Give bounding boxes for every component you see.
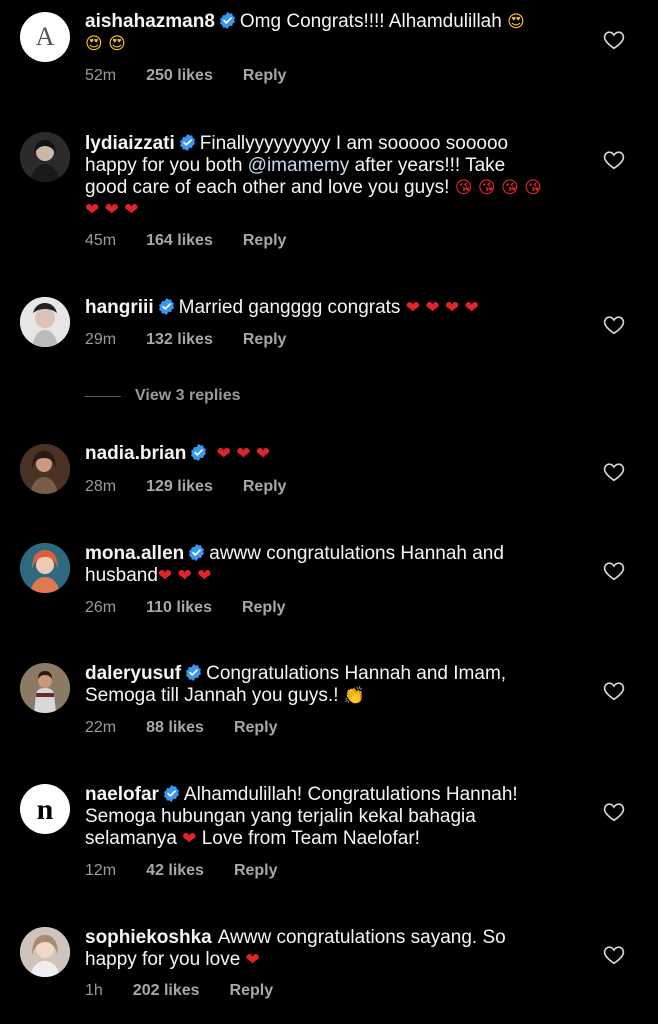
reply-button[interactable]: Reply xyxy=(243,478,287,496)
verified-icon xyxy=(157,298,175,315)
reply-button[interactable]: Reply xyxy=(234,719,278,737)
like-heart-icon[interactable] xyxy=(602,801,626,823)
like-heart-icon[interactable] xyxy=(602,944,626,966)
avatar-photo xyxy=(20,543,70,593)
username[interactable]: naelofar xyxy=(85,784,159,805)
comment-text-continued: Love from Team Naelofar! xyxy=(201,828,420,849)
avatar[interactable] xyxy=(20,297,70,347)
like-heart-icon[interactable] xyxy=(602,680,626,702)
comment-time: 12m xyxy=(85,862,117,879)
mention-link[interactable]: @imamemy xyxy=(248,155,350,176)
avatar-photo xyxy=(20,297,70,347)
avatar-logo-a: A xyxy=(36,22,55,51)
comment-time: 45m xyxy=(85,232,117,249)
avatar[interactable] xyxy=(20,444,70,494)
username[interactable]: daleryusuf xyxy=(85,663,181,684)
avatar[interactable]: n xyxy=(20,784,70,834)
emoji-hearts: ❤ ❤ ❤ ❤ xyxy=(405,298,479,318)
avatar-photo xyxy=(20,444,70,494)
username[interactable]: aishahazman8 xyxy=(85,11,215,32)
like-heart-icon[interactable] xyxy=(602,149,626,171)
username[interactable]: hangriii xyxy=(85,297,154,318)
comment-time: 29m xyxy=(85,331,117,348)
avatar-photo xyxy=(20,132,70,182)
reply-button[interactable]: Reply xyxy=(234,862,278,880)
avatar-photo xyxy=(20,927,70,977)
reply-button[interactable]: Reply xyxy=(243,67,287,85)
comment-time: 28m xyxy=(85,478,117,495)
avatar[interactable] xyxy=(20,927,70,977)
like-heart-icon[interactable] xyxy=(602,314,626,336)
avatar[interactable] xyxy=(20,543,70,593)
like-heart-icon[interactable] xyxy=(602,461,626,483)
likes-count[interactable]: 110 likes xyxy=(146,599,212,617)
username[interactable]: nadia.brian xyxy=(85,443,186,464)
likes-count[interactable]: 202 likes xyxy=(133,982,200,1000)
comment-time: 52m xyxy=(85,67,117,84)
verified-icon xyxy=(188,544,206,561)
likes-count[interactable]: 42 likes xyxy=(146,862,204,880)
avatar[interactable]: A xyxy=(20,12,70,62)
comment-text: Omg Congrats!!!! Alhamdulillah xyxy=(239,11,502,32)
username[interactable]: lydiaizzati xyxy=(85,133,175,154)
verified-icon xyxy=(185,664,202,681)
emoji-heart: ❤ xyxy=(245,950,260,970)
verified-icon xyxy=(190,444,208,461)
verified-icon xyxy=(219,12,236,29)
emoji-hearts: ❤ ❤ ❤ xyxy=(216,444,271,464)
emoji-clap: 👏 xyxy=(343,686,365,706)
comment-time: 22m xyxy=(85,719,117,736)
verified-icon xyxy=(178,134,196,151)
emoji-hearts: ❤ ❤ ❤ xyxy=(157,566,212,586)
like-heart-icon[interactable] xyxy=(602,29,626,51)
svg-text:A: A xyxy=(36,22,55,51)
avatar-logo-n: n xyxy=(37,793,54,826)
reply-button[interactable]: Reply xyxy=(242,599,286,617)
emoji-heart: ❤ xyxy=(182,829,197,849)
view-replies-button[interactable]: View 3 replies xyxy=(85,387,241,405)
reply-button[interactable]: Reply xyxy=(243,232,287,250)
svg-text:n: n xyxy=(37,793,54,826)
verified-icon xyxy=(163,785,180,802)
likes-count[interactable]: 132 likes xyxy=(146,331,213,349)
likes-count[interactable]: 129 likes xyxy=(146,478,213,496)
avatar[interactable] xyxy=(20,663,70,713)
comment-time: 26m xyxy=(85,599,117,616)
avatar[interactable] xyxy=(20,132,70,182)
likes-count[interactable]: 88 likes xyxy=(146,719,204,737)
reply-button[interactable]: Reply xyxy=(230,982,274,1000)
like-heart-icon[interactable] xyxy=(602,560,626,582)
likes-count[interactable]: 164 likes xyxy=(146,232,213,250)
divider xyxy=(85,395,121,397)
view-replies-label[interactable]: View 3 replies xyxy=(135,387,241,405)
username[interactable]: mona.allen xyxy=(85,543,184,564)
reply-button[interactable]: Reply xyxy=(243,331,287,349)
avatar-photo xyxy=(20,663,70,713)
comment-text: Married gangggg congrats xyxy=(178,297,401,318)
likes-count[interactable]: 250 likes xyxy=(146,67,213,85)
comment-time: 1h xyxy=(85,982,103,999)
username[interactable]: sophiekoshka xyxy=(85,927,212,948)
